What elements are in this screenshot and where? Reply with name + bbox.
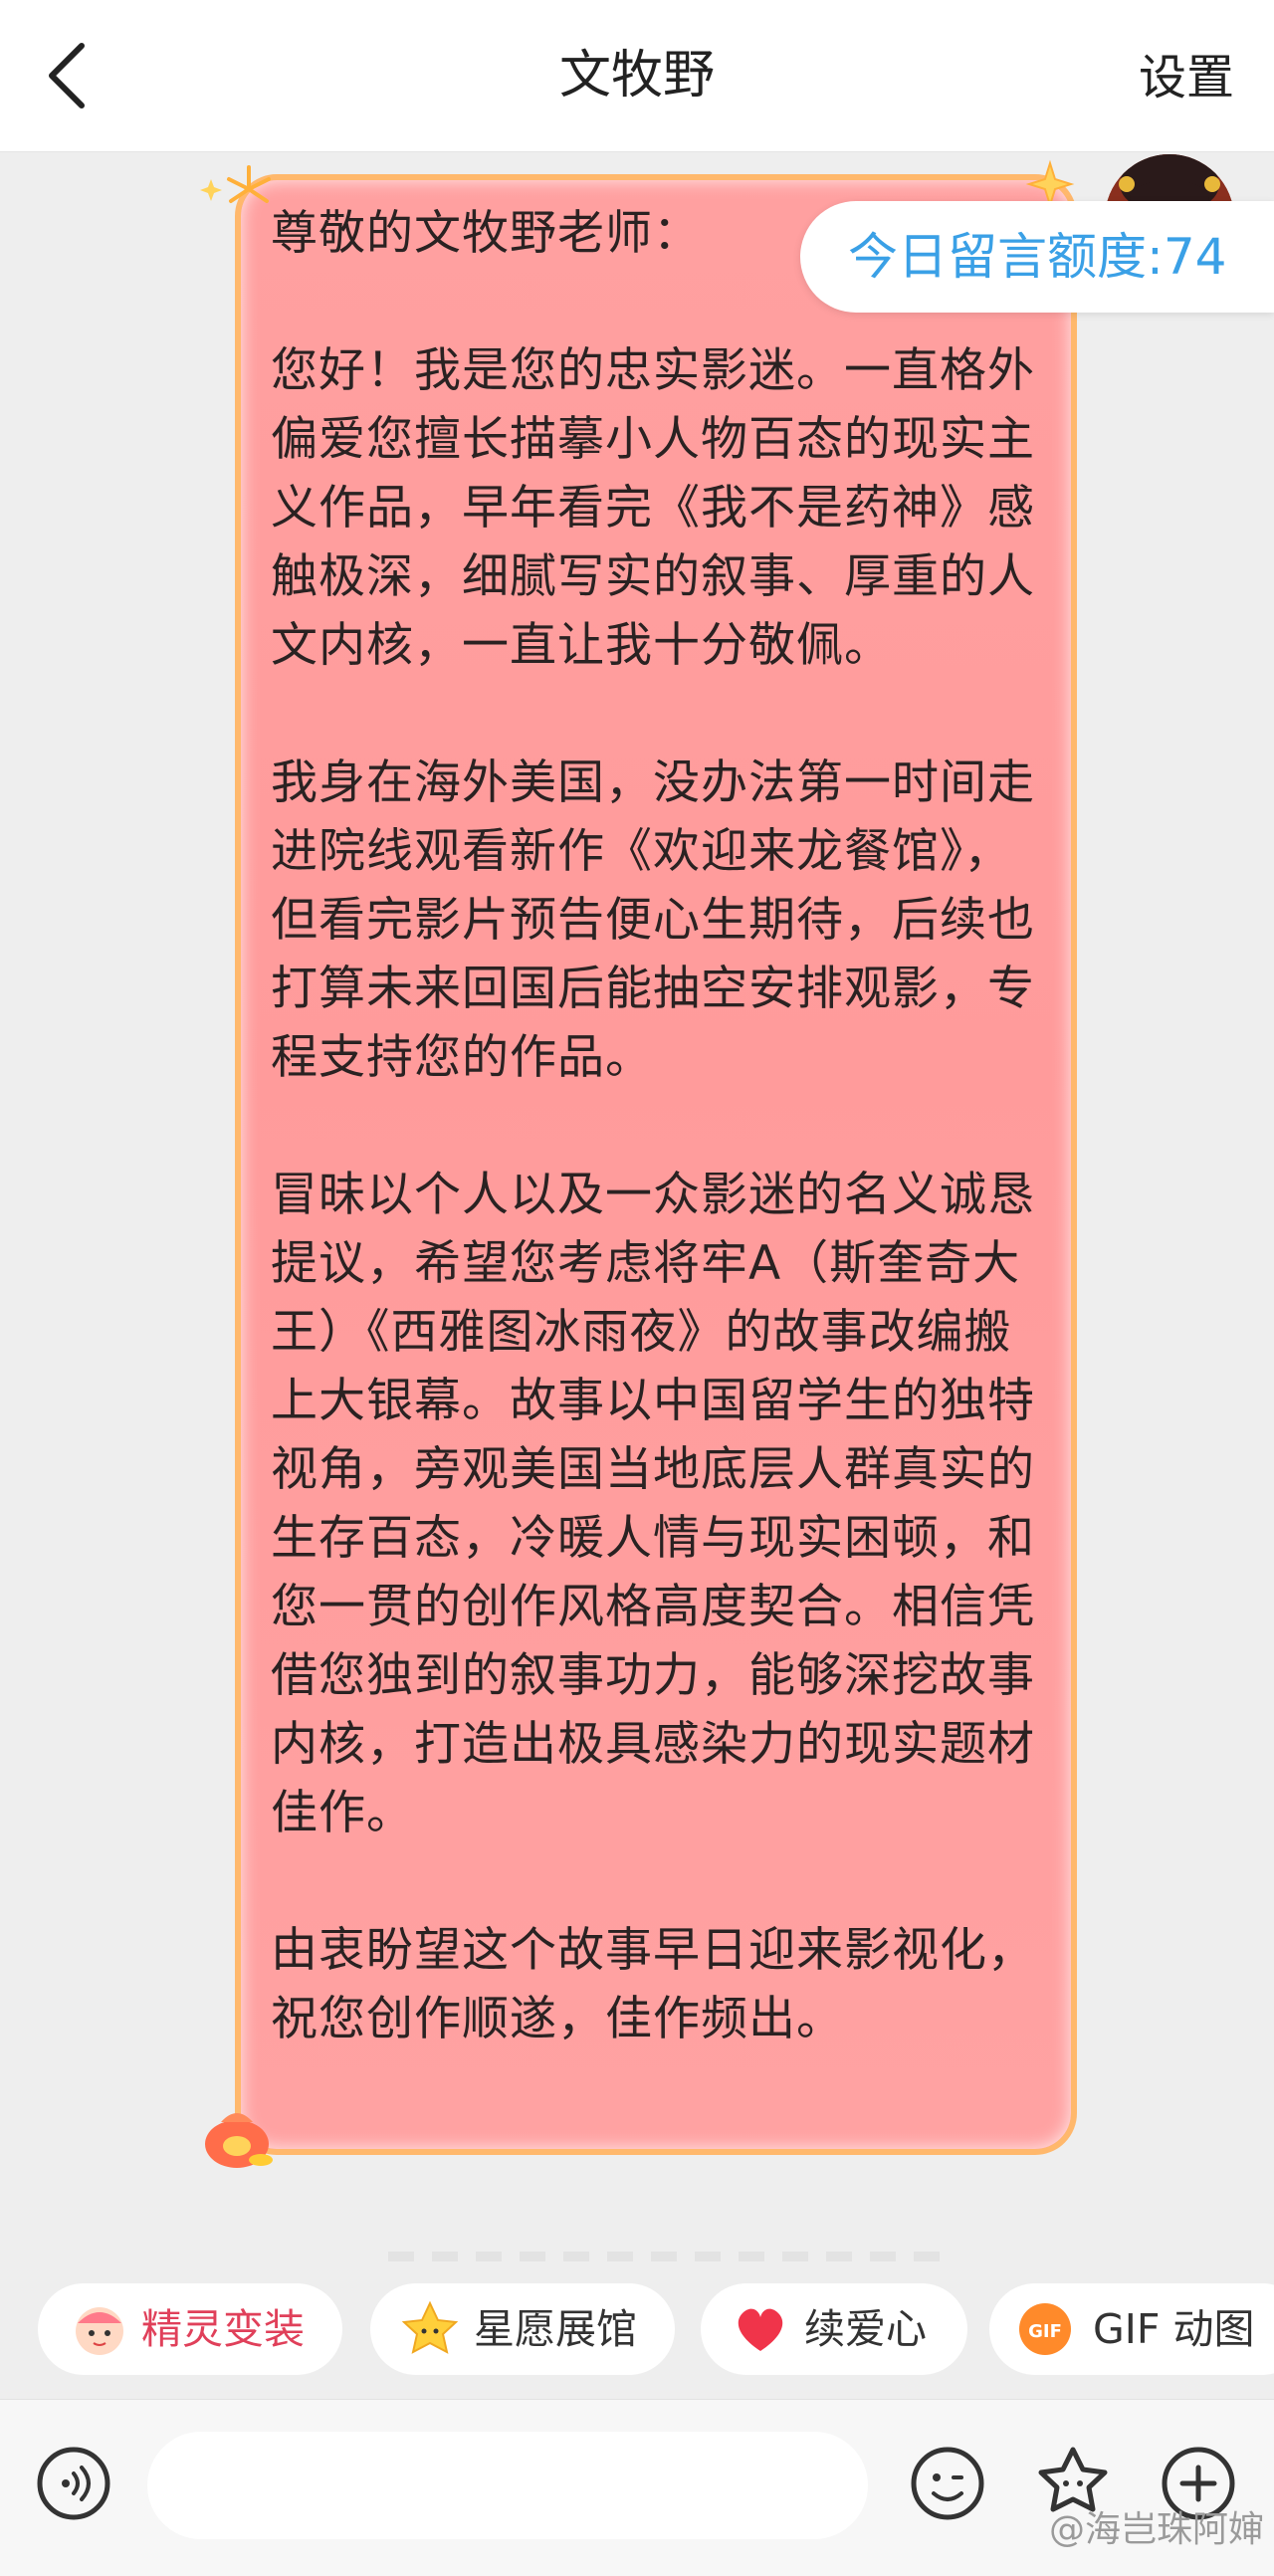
chip-label: 星愿展馆 <box>474 2305 637 2353</box>
settings-button[interactable]: 设置 <box>1139 46 1234 109</box>
svg-text:GIF: GIF <box>1028 2321 1062 2342</box>
sprite-icon <box>76 2307 123 2355</box>
chip-sprite-dressup[interactable]: 精灵变装 <box>38 2283 342 2375</box>
voice-icon[interactable] <box>34 2444 113 2523</box>
money-bag-icon <box>205 2113 273 2168</box>
message-paragraph-2: 我身在海外美国，没办法第一时间走进院线观看新作《欢迎来龙餐馆》，但看完影片预告便… <box>271 755 1035 1085</box>
gif-icon: GIF <box>1019 2303 1071 2355</box>
star-icon <box>401 2300 459 2354</box>
message-input[interactable] <box>147 2432 868 2539</box>
chip-star-gallery[interactable]: 星愿展馆 <box>370 2283 675 2375</box>
chip-label: GIF 动图 <box>1093 2305 1255 2353</box>
faded-text-line <box>388 2252 946 2261</box>
message-paragraph-4: 由衷盼望这个故事早日迎来影视化，祝您创作顺遂，佳作频出。 <box>271 1923 1035 2046</box>
message-paragraph-1: 您好！我是您的忠实影迷。一直格外偏爱您擅长描摹小人物百态的现实主义作品，早年看完… <box>271 343 1035 673</box>
chip-gif[interactable]: GIF GIF 动图 <box>989 2283 1274 2375</box>
chip-renew-love[interactable]: 续爱心 <box>701 2283 967 2375</box>
emoji-icon[interactable] <box>908 2444 987 2523</box>
chip-label: 续爱心 <box>804 2305 927 2353</box>
message-paragraph-3: 冒昧以个人以及一众影迷的名义诚恳提议，希望您考虑将牢A（斯奎奇大王）《西雅图冰雨… <box>271 1168 1035 1840</box>
chip-label: 精灵变装 <box>141 2305 305 2353</box>
message-text: 尊敬的文牧野老师： 您好！我是您的忠实影迷。一直格外偏爱您擅长描摹小人物百态的现实… <box>271 199 1047 2053</box>
watermark: @海岂珠阿婶 <box>1048 2509 1264 2550</box>
firework-icon <box>200 165 271 203</box>
heart-icon <box>738 2308 783 2351</box>
message-greeting: 尊敬的文牧野老师： <box>271 206 701 261</box>
top-bar: 文牧野 设置 <box>0 0 1274 152</box>
page-title: 文牧野 <box>558 46 715 106</box>
